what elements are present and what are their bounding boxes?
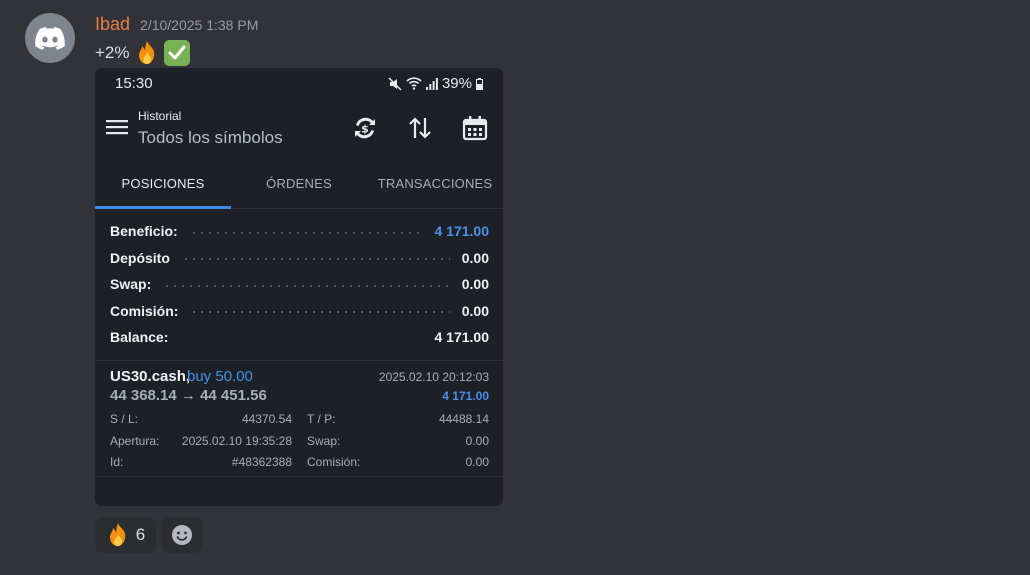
commission-value: 0.00 (465, 455, 489, 469)
summary-row-swap: Swap: 0.00 (110, 271, 489, 297)
message-text: +2% (95, 43, 130, 62)
swap-value: 0.00 (465, 434, 489, 448)
open-value: 2025.02.10 19:35:28 (181, 434, 292, 448)
swap-label: Swap: (307, 434, 341, 448)
summary-label: Comisión: (110, 302, 179, 319)
tp-value: 44488.14 (438, 412, 489, 426)
active-tab-indicator (95, 206, 231, 209)
calendar-icon[interactable] (461, 114, 489, 142)
summary-row-balance: Balance: 4 171.00 (110, 324, 489, 350)
position-item[interactable]: US30.cash, buy 50.00 2025.02.10 20:12:03… (95, 360, 503, 476)
sl-value: 44370.54 (241, 412, 292, 426)
commission-label: Comisión: (307, 455, 361, 469)
add-reaction-button[interactable] (161, 517, 203, 553)
position-profit: 4 171.00 (442, 389, 489, 403)
id-value: #48362388 (231, 455, 292, 469)
summary-value: 0.00 (461, 276, 489, 292)
summary-value: 0.00 (461, 249, 489, 266)
dot-leader (163, 284, 450, 287)
app-bar: Historial Todos los símbolos $ (95, 98, 503, 162)
fire-icon (134, 40, 160, 66)
message-content: +2% (95, 40, 190, 66)
summary-label: Depósito (110, 249, 170, 266)
id-label: Id: (110, 455, 124, 469)
reaction-count: 6 (135, 525, 146, 544)
message-header: Ibad 2/10/2025 1:38 PM (95, 14, 258, 35)
dot-leader (190, 311, 450, 313)
timestamp: 2/10/2025 1:38 PM (140, 17, 259, 33)
attached-screenshot[interactable]: 15:30 39% Historial Todos los símbolos $… (95, 68, 503, 506)
username[interactable]: Ibad (95, 14, 130, 35)
mute-icon (388, 76, 402, 91)
tab-transacciones[interactable]: TRANSACCIONES (367, 162, 503, 209)
svg-text:$: $ (361, 123, 369, 136)
summary-value: 4 171.00 (434, 329, 490, 345)
position-prices: 44 368.14 → 44 451.56 (110, 387, 267, 404)
position-type: buy 50.00 (187, 368, 253, 385)
summary-label: Beneficio: (110, 223, 178, 239)
battery-icon (476, 77, 483, 90)
summary-value: 0.00 (461, 302, 489, 319)
summary-label: Balance: (110, 329, 169, 345)
tab-ordenes[interactable]: ÓRDENES (231, 162, 367, 209)
status-time: 15:30 (115, 75, 153, 92)
currency-sync-icon[interactable]: $ (351, 114, 379, 142)
position-time: 2025.02.10 20:12:03 (378, 370, 489, 384)
avatar[interactable] (25, 13, 75, 63)
symbol-filter[interactable]: Todos los símbolos (138, 128, 283, 148)
divider (95, 476, 503, 477)
dot-leader (181, 258, 450, 260)
open-label: Apertura: (110, 434, 160, 448)
summary-row-profit: Beneficio: 4 171.00 (110, 218, 489, 244)
summary-row-commission: Comisión: 0.00 (110, 298, 489, 324)
discord-logo-icon (35, 26, 65, 50)
summary-value: 4 171.00 (434, 223, 490, 239)
status-bar: 15:30 39% (95, 68, 503, 98)
check-mark-icon (163, 40, 190, 66)
menu-icon[interactable] (106, 118, 128, 136)
tab-posiciones[interactable]: POSICIONES (95, 162, 231, 209)
dot-leader (189, 231, 423, 234)
signal-icon (425, 77, 438, 90)
reaction-fire[interactable]: 6 (95, 517, 156, 553)
tab-bar: POSICIONES ÓRDENES TRANSACCIONES (95, 162, 503, 209)
battery-percent: 39% (441, 75, 472, 92)
app-title-small: Historial (138, 109, 182, 123)
add-reaction-icon (172, 525, 192, 545)
sort-icon[interactable] (406, 114, 434, 142)
tp-label: T / P: (307, 412, 336, 426)
summary-row-deposit: Depósito 0.00 (110, 245, 489, 271)
position-symbol: US30.cash, (110, 368, 191, 385)
summary-label: Swap: (110, 276, 152, 292)
sl-label: S / L: (110, 412, 139, 426)
wifi-icon (406, 77, 422, 90)
fire-icon (109, 523, 125, 546)
